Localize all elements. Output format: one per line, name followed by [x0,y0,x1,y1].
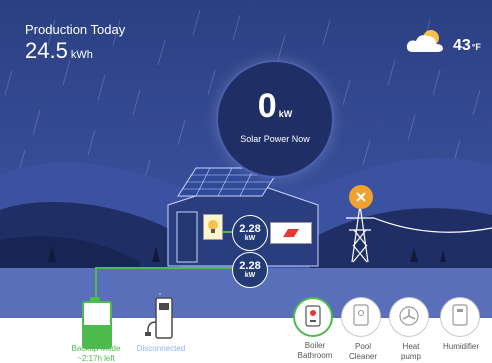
production-today-value: 24.5 kWh [25,38,93,64]
cloud-icon [406,30,443,52]
humidifier-button[interactable] [440,297,480,337]
boiler-button[interactable] [293,297,333,337]
battery-flow-value: 2.28 [239,260,261,272]
ev-charger[interactable] [140,296,180,340]
close-icon [356,192,366,202]
pool-cleaner-icon [353,304,369,326]
temperature-unit: °F [471,42,481,52]
appliance-heat-pump[interactable]: Heat pump [389,297,433,362]
heat-pump-icon [399,306,419,326]
solar-power-unit: kW [278,109,293,119]
solar-power-label: Solar Power Now [240,134,310,144]
appliance-name-line2: Cleaner [348,352,377,361]
battery-time-left: ~2:17h left [77,354,115,363]
home-flow-value: 2.28 [239,223,261,235]
production-unit: kWh [70,49,93,61]
appliance-humidifier[interactable]: Humidifier [437,297,485,352]
energy-dashboard: Production Today 24.5 kWh 43°F 0 kW Solar … [0,0,492,363]
appliance-name-line1: Heat [402,342,420,351]
solar-power-value-row: 0 kW [218,88,332,132]
appliance-pool-cleaner[interactable]: Pool Cleaner [341,297,385,362]
battery-body: 50% [82,301,112,349]
appliance-name-line2: Bathroom [297,351,333,360]
battery-flow-unit: kW [244,272,256,279]
solar-power-now[interactable]: 0 kW Solar Power Now [216,60,334,178]
appliance-name-line1: Boiler [304,341,326,350]
temperature-value: 43 [453,37,471,54]
appliance-boiler[interactable]: Boiler Bathroom [293,297,337,361]
home-flow-unit: kW [244,235,256,242]
home-flow-badge: 2.28 kW [232,215,268,251]
heat-pump-button[interactable] [389,297,429,337]
production-today-label: Production Today [25,22,126,37]
ev-status: Disconnected [136,344,186,353]
temperature: 43°F [453,37,481,55]
grid-status[interactable] [349,185,373,209]
production-value: 24.5 [25,38,68,63]
appliance-name-line2: pump [400,352,421,361]
appliance-name-line1: Humidifier [442,342,479,351]
ev-charger-icon [145,297,173,339]
battery-flow-badge: 2.28 kW [232,252,268,288]
battery[interactable]: 50% [80,297,112,349]
lightbulb-panel [203,214,223,240]
appliance-name-line1: Pool [354,342,371,351]
boiler-icon [305,305,321,327]
lightbulb-icon [208,220,218,233]
solar-power-value: 0 [257,87,277,125]
pool-cleaner-button[interactable] [341,297,381,337]
humidifier-icon [452,304,468,326]
battery-percent: 50% [87,309,106,319]
inverter-icon [283,229,299,237]
inverter[interactable] [270,222,312,244]
